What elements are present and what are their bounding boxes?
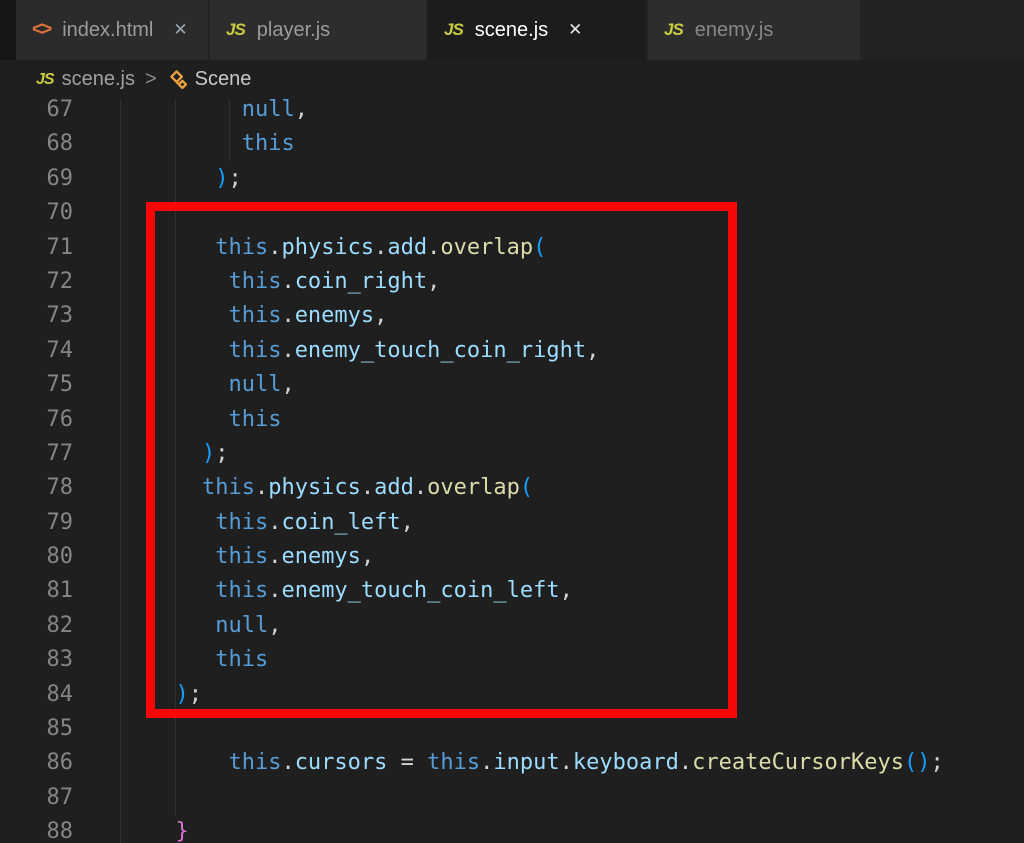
code-text[interactable]: null,: [96, 368, 294, 402]
code-text[interactable]: this.coin_right,: [96, 265, 440, 299]
code-line-85[interactable]: 85: [0, 712, 1024, 746]
code-text[interactable]: }: [96, 815, 188, 843]
code-editor-window: 67 null, 68 this 69 ); 70 71 this.physics.ad…: [0, 0, 1024, 843]
code-text[interactable]: );: [96, 678, 202, 712]
code-line-71[interactable]: 71 this.physics.add.overlap(: [0, 231, 1024, 265]
code-text[interactable]: this.enemy_touch_coin_right,: [96, 334, 599, 368]
code-text[interactable]: this.cursors = this.input.keyboard.creat…: [96, 746, 943, 780]
code-line-76[interactable]: 76 this: [0, 403, 1024, 437]
line-number[interactable]: 68: [0, 127, 74, 161]
code-line-87[interactable]: 87: [0, 781, 1024, 815]
line-number[interactable]: 71: [0, 231, 74, 265]
line-number[interactable]: 84: [0, 678, 74, 712]
code-line-74[interactable]: 74 this.enemy_touch_coin_right,: [0, 334, 1024, 368]
symbol-class-icon: [169, 69, 187, 89]
code-line-68[interactable]: 68 this: [0, 127, 1024, 161]
line-number[interactable]: 77: [0, 437, 74, 471]
code-line-72[interactable]: 72 this.coin_right,: [0, 265, 1024, 299]
line-number[interactable]: 69: [0, 162, 74, 196]
breadcrumb: JS scene.js > Scene: [0, 60, 1024, 99]
code-text[interactable]: this: [96, 127, 295, 161]
code-text[interactable]: this.enemys,: [96, 540, 374, 574]
code-line-70[interactable]: 70: [0, 196, 1024, 230]
js-file-icon: JS: [36, 70, 55, 88]
line-number[interactable]: 73: [0, 299, 74, 333]
line-number[interactable]: 80: [0, 540, 74, 574]
line-number[interactable]: 70: [0, 196, 74, 230]
code-line-86[interactable]: 86 this.cursors = this.input.keyboard.cr…: [0, 746, 1024, 780]
line-number[interactable]: 88: [0, 815, 74, 843]
line-number[interactable]: 82: [0, 609, 74, 643]
code-text[interactable]: this.enemys,: [96, 299, 387, 333]
code-line-73[interactable]: 73 this.enemys,: [0, 299, 1024, 333]
code-text[interactable]: this: [96, 643, 268, 677]
line-number[interactable]: 83: [0, 643, 74, 677]
line-number[interactable]: 78: [0, 471, 74, 505]
code-line-88[interactable]: 88 }: [0, 815, 1024, 843]
code-line-81[interactable]: 81 this.enemy_touch_coin_left,: [0, 574, 1024, 608]
code-line-75[interactable]: 75 null,: [0, 368, 1024, 402]
line-number[interactable]: 74: [0, 334, 74, 368]
code-text[interactable]: this.physics.add.overlap(: [96, 231, 546, 265]
code-line-84[interactable]: 84 );: [0, 678, 1024, 712]
line-number[interactable]: 75: [0, 368, 74, 402]
code-text[interactable]: );: [96, 162, 242, 196]
code-line-69[interactable]: 69 );: [0, 162, 1024, 196]
code-lines[interactable]: 67 null, 68 this 69 ); 70 71 this.physics.ad…: [0, 93, 1024, 843]
code-text[interactable]: );: [96, 437, 229, 471]
code-text[interactable]: this.physics.add.overlap(: [96, 471, 533, 505]
line-number[interactable]: 72: [0, 265, 74, 299]
code-line-77[interactable]: 77 );: [0, 437, 1024, 471]
code-text[interactable]: null,: [96, 609, 281, 643]
code-line-83[interactable]: 83 this: [0, 643, 1024, 677]
line-number[interactable]: 81: [0, 574, 74, 608]
breadcrumb-file[interactable]: scene.js: [62, 68, 135, 91]
code-text[interactable]: this: [96, 403, 281, 437]
line-number[interactable]: 87: [0, 781, 74, 815]
code-text[interactable]: this.coin_left,: [96, 506, 414, 540]
chevron-right-icon: >: [144, 68, 157, 90]
line-number[interactable]: 85: [0, 712, 74, 746]
code-text[interactable]: this.enemy_touch_coin_left,: [96, 574, 573, 608]
code-line-80[interactable]: 80 this.enemys,: [0, 540, 1024, 574]
code-line-78[interactable]: 78 this.physics.add.overlap(: [0, 471, 1024, 505]
code-line-79[interactable]: 79 this.coin_left,: [0, 506, 1024, 540]
line-number[interactable]: 76: [0, 403, 74, 437]
code-line-82[interactable]: 82 null,: [0, 609, 1024, 643]
breadcrumb-symbol[interactable]: Scene: [195, 68, 252, 91]
editor-pane: 67 null, 68 this 69 ); 70 71 this.physics.ad…: [0, 0, 1024, 843]
line-number[interactable]: 86: [0, 746, 74, 780]
line-number[interactable]: 79: [0, 506, 74, 540]
